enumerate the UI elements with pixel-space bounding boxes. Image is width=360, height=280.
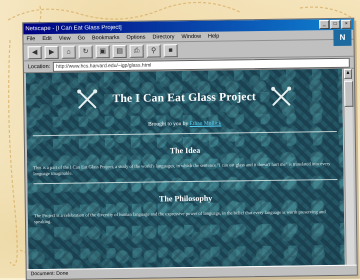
page-header: The I Can Eat Glass Project bbox=[26, 77, 342, 119]
page-content: The I Can Eat Glass Project Brought to y… bbox=[26, 77, 344, 225]
divider bbox=[33, 178, 338, 185]
stop-icon[interactable]: ■ bbox=[163, 43, 178, 57]
close-button[interactable]: × bbox=[341, 19, 352, 29]
menu-directory[interactable]: Directory bbox=[152, 34, 174, 40]
print-icon[interactable]: ⎙ bbox=[129, 44, 144, 58]
byline: Brought to you by Ethan Mollick bbox=[27, 119, 343, 129]
forward-icon[interactable]: ▶ bbox=[44, 45, 59, 59]
section-heading-idea: The Idea bbox=[169, 145, 201, 156]
vertical-scrollbar[interactable]: ▲ bbox=[342, 68, 355, 265]
scroll-thumb[interactable] bbox=[344, 80, 354, 107]
section-text-philosophy: The Project is a celebration of the dive… bbox=[33, 209, 326, 225]
menu-bookmarks[interactable]: Bookmarks bbox=[92, 34, 120, 40]
open-icon[interactable]: ▤ bbox=[112, 44, 127, 58]
section-heading-philosophy: The Philosophy bbox=[159, 193, 213, 204]
maximize-button[interactable]: □ bbox=[330, 19, 341, 30]
netscape-logo-icon: N bbox=[333, 29, 352, 46]
divider bbox=[32, 130, 337, 137]
scroll-up-icon[interactable]: ▲ bbox=[343, 68, 353, 79]
minimize-button[interactable]: _ bbox=[319, 20, 330, 30]
browser-window: Netscape - [I Can Eat Glass Project] _ □… bbox=[22, 17, 358, 280]
author-link[interactable]: Ethan Mollick bbox=[190, 121, 222, 127]
page-title: The I Can Eat Glass Project bbox=[112, 91, 257, 106]
images-icon[interactable]: ▣ bbox=[95, 44, 110, 58]
menu-options[interactable]: Options bbox=[126, 34, 145, 40]
menu-edit[interactable]: Edit bbox=[42, 35, 52, 41]
page-viewport: The I Can Eat Glass Project Brought to y… bbox=[25, 68, 345, 270]
byline-prefix: Brought to you by bbox=[148, 121, 189, 128]
section-text-idea: This is a part of the I Can Eat Glass Pr… bbox=[33, 161, 331, 177]
menu-file[interactable]: File bbox=[26, 36, 35, 42]
find-icon[interactable]: ⚲ bbox=[146, 43, 161, 58]
menu-window[interactable]: Window bbox=[181, 33, 201, 39]
home-icon[interactable]: ⌂ bbox=[61, 45, 76, 59]
menu-help[interactable]: Help bbox=[208, 33, 219, 39]
location-label: Location: bbox=[27, 63, 51, 70]
back-icon[interactable]: ◀ bbox=[27, 45, 42, 59]
menu-view[interactable]: View bbox=[59, 35, 71, 41]
reload-icon[interactable]: ↻ bbox=[78, 44, 93, 59]
crossed-forks-icon bbox=[77, 89, 98, 109]
menu-go[interactable]: Go bbox=[78, 35, 85, 41]
crossed-forks-icon bbox=[270, 86, 291, 106]
